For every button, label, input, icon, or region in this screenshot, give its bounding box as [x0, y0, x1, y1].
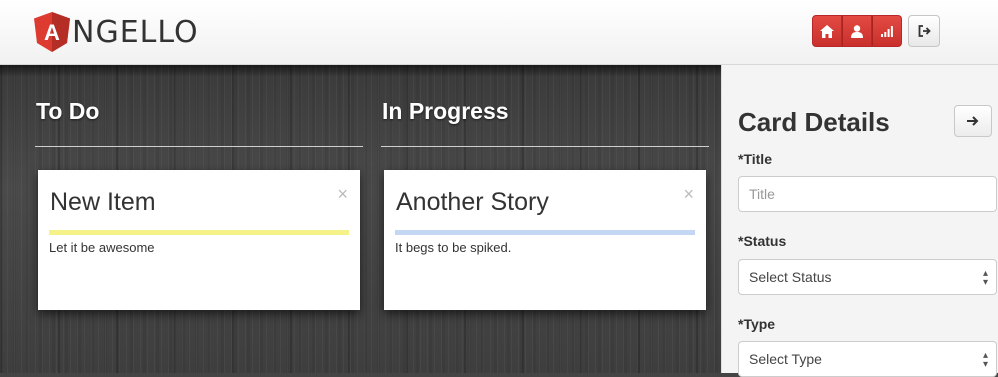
- logo-letter: A: [44, 20, 60, 45]
- users-button[interactable]: [842, 15, 872, 47]
- card-details-panel: Card Details *Title *Status Select Statu…: [721, 65, 998, 377]
- card-description: It begs to be spiked.: [395, 240, 512, 255]
- status-label: *Status: [738, 233, 787, 249]
- arrow-right-icon: [967, 116, 979, 126]
- card-description: Let it be awesome: [49, 240, 155, 255]
- select-arrows-icon: ▴ ▾: [982, 350, 988, 370]
- collapse-panel-button[interactable]: [954, 105, 992, 137]
- title-input[interactable]: [738, 176, 997, 212]
- card-title: New Item: [50, 188, 156, 216]
- column-title-in-progress: In Progress: [382, 98, 509, 124]
- close-icon[interactable]: ×: [683, 184, 694, 205]
- nav-button-group: [812, 15, 940, 47]
- select-arrows-icon: ▴ ▾: [982, 268, 988, 288]
- logo-text: NGELLO: [72, 14, 199, 50]
- story-board: To Do New Item × Let it be awesome In Pr…: [0, 65, 721, 373]
- card-status-bar: [395, 230, 695, 235]
- status-select-value: Select Status: [749, 269, 832, 285]
- user-icon: [851, 24, 863, 38]
- column-divider: [381, 146, 709, 147]
- logout-icon: [918, 25, 931, 37]
- panel-title: Card Details: [738, 107, 890, 137]
- status-select[interactable]: Select Status ▴ ▾: [738, 259, 997, 295]
- type-select-value: Select Type: [749, 351, 822, 367]
- story-card[interactable]: Another Story × It begs to be spiked.: [384, 170, 706, 310]
- type-select[interactable]: Select Type ▴ ▾: [738, 341, 997, 377]
- close-icon[interactable]: ×: [337, 184, 348, 205]
- card-status-bar: [49, 230, 349, 235]
- title-label: *Title: [738, 151, 772, 167]
- story-card[interactable]: New Item × Let it be awesome: [38, 170, 360, 310]
- logout-button[interactable]: [908, 15, 940, 47]
- stats-button[interactable]: [872, 15, 902, 47]
- type-label: *Type: [738, 316, 776, 332]
- card-title: Another Story: [396, 188, 549, 216]
- home-icon: [820, 24, 834, 38]
- column-divider: [35, 146, 363, 147]
- top-navbar: A NGELLO: [0, 0, 998, 65]
- signal-bars-icon: [881, 25, 893, 37]
- home-button[interactable]: [812, 15, 842, 47]
- app-logo[interactable]: A NGELLO: [34, 10, 199, 54]
- column-title-todo: To Do: [36, 98, 100, 124]
- angular-shield-logo: A: [34, 12, 70, 52]
